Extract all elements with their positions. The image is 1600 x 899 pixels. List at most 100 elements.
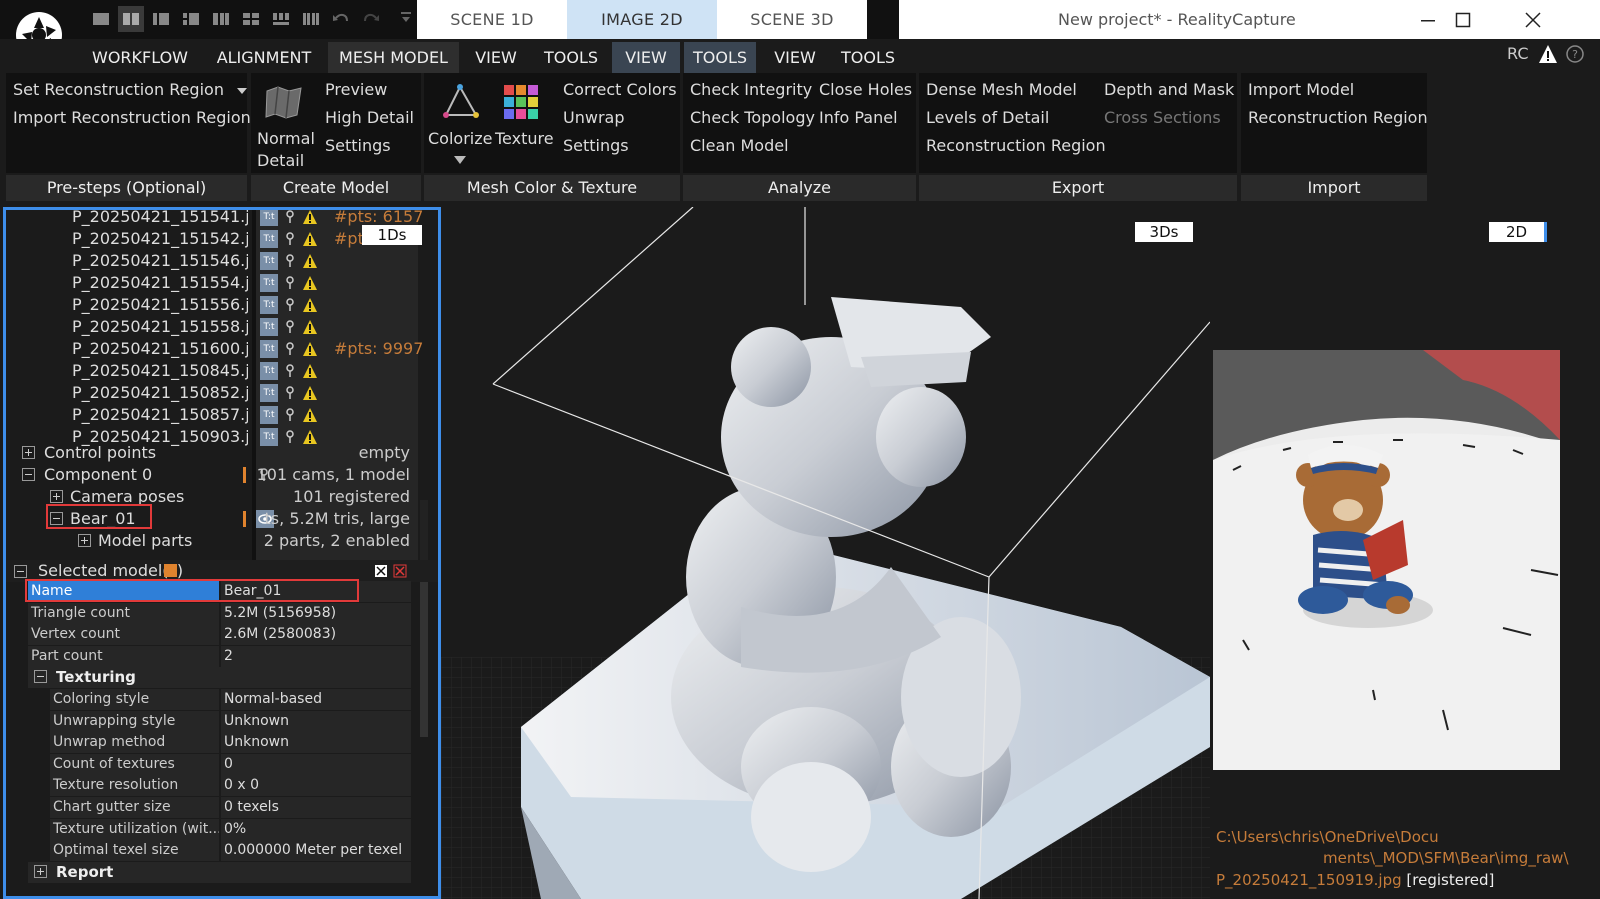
collapse-icon[interactable] [34, 670, 47, 684]
expand-icon[interactable] [34, 864, 47, 878]
customize-toolbar-icon[interactable] [400, 10, 412, 24]
float-panel-icon[interactable] [374, 564, 388, 578]
normal-detail-button[interactable]: Normal Detail [257, 129, 315, 170]
collapse-icon[interactable] [22, 468, 35, 481]
texture-usage-icon[interactable]: T:t [260, 340, 278, 358]
texture-usage-icon[interactable]: T:t [260, 210, 278, 226]
texture-button[interactable]: Texture [495, 129, 554, 148]
expand-icon[interactable] [22, 446, 35, 459]
property-value[interactable]: 2.6M (2580083) [221, 624, 411, 646]
property-row[interactable]: Vertex count 2.6M (2580083) [6, 624, 416, 646]
set-reconstruction-region-button[interactable]: Set Reconstruction Region [13, 80, 248, 99]
warning-icon[interactable] [1538, 44, 1558, 64]
export-levels-of-detail-button[interactable]: Levels of Detail [926, 108, 1049, 127]
tab-tools-2d[interactable]: TOOLS [684, 42, 756, 73]
tab-scene-1d[interactable]: SCENE 1D [417, 0, 567, 39]
layout-8-icon[interactable] [298, 6, 324, 32]
layout-3-icon[interactable] [148, 6, 174, 32]
export-cross-sections-button[interactable]: Cross Sections [1104, 108, 1221, 127]
texture-usage-icon[interactable]: T:t [260, 362, 278, 380]
info-panel-button[interactable]: Info Panel [819, 108, 898, 127]
clean-model-button[interactable]: Clean Model [690, 136, 789, 155]
property-row[interactable]: Texture resolution 0 x 0 [6, 775, 416, 797]
expand-icon[interactable] [78, 534, 91, 547]
tree-item-image[interactable]: P_20250421_151600.jpg T:t #pts: 9997 [6, 338, 438, 360]
import-model-button[interactable]: Import Model [1248, 80, 1354, 99]
texture-usage-icon[interactable]: T:t [260, 274, 278, 292]
preview-button[interactable]: Preview [325, 80, 387, 99]
texture-usage-icon[interactable]: T:t [260, 318, 278, 336]
property-row[interactable]: Optimal texel size 0.000000 Meter per tex… [6, 840, 416, 862]
property-row[interactable]: Unwrap method Unknown [6, 732, 416, 754]
property-value[interactable]: 5.2M (5156958) [221, 602, 411, 624]
tree-item-image[interactable]: P_20250421_150852.jpg T:t [6, 382, 438, 404]
tab-view[interactable]: VIEW [461, 42, 531, 73]
check-topology-button[interactable]: Check Topology [690, 108, 815, 127]
viewport-3d[interactable] [441, 207, 1210, 899]
property-value[interactable]: Unknown [221, 710, 411, 732]
property-value[interactable]: 2 [221, 645, 411, 667]
tree-item-component[interactable]: Component 0 101 cams, 1 model [6, 464, 438, 486]
redo-icon[interactable] [358, 6, 384, 32]
color-settings-button[interactable]: Settings [563, 136, 629, 155]
tab-view-3d[interactable]: VIEW [760, 42, 830, 73]
expand-icon[interactable] [50, 490, 63, 503]
property-value[interactable]: Unknown [221, 732, 411, 754]
image-preview[interactable] [1213, 350, 1560, 770]
maximize-button[interactable] [1428, 0, 1498, 39]
tree-item-image[interactable]: P_20250421_151556.jpg T:t [6, 294, 438, 316]
texture-usage-icon[interactable]: T:t [260, 406, 278, 424]
tab-alignment[interactable]: ALIGNMENT [206, 42, 322, 73]
tab-view-2d[interactable]: VIEW [612, 42, 680, 73]
property-value[interactable]: 0% [221, 818, 411, 840]
property-value[interactable]: 0 x 0 [221, 775, 411, 797]
tab-tools[interactable]: TOOLS [536, 42, 606, 73]
report-section-header[interactable]: Report [28, 861, 411, 883]
property-value[interactable]: 0.000000 Meter per texel [221, 840, 411, 862]
tree-item-image[interactable]: P_20250421_150845.jpg T:t [6, 360, 438, 382]
high-detail-button[interactable]: High Detail [325, 108, 414, 127]
import-reconstruction-region-button[interactable]: Import Reconstruction Region [13, 108, 251, 127]
panel-badge-3ds[interactable]: 3Ds [1135, 222, 1193, 242]
tree-item-image[interactable]: P_20250421_150857.jpg T:t [6, 404, 438, 426]
colorize-button[interactable]: Colorize [428, 129, 492, 148]
tree-item-image[interactable]: P_20250421_151558.jpg T:t [6, 316, 438, 338]
tab-image-2d[interactable]: IMAGE 2D [567, 0, 717, 39]
property-row[interactable]: Part count 2 [6, 645, 416, 668]
layout-1-icon[interactable] [88, 6, 114, 32]
layout-2-icon[interactable] [118, 6, 144, 32]
tree-item-control-points[interactable]: Control points empty [6, 442, 438, 464]
layout-7-icon[interactable] [268, 6, 294, 32]
tab-scene-3d[interactable]: SCENE 3D [717, 0, 867, 39]
tab-mesh-model[interactable]: MESH MODEL [328, 42, 459, 73]
help-icon[interactable]: ? [1565, 44, 1585, 64]
check-integrity-button[interactable]: Check Integrity [690, 80, 812, 99]
layout-5-icon[interactable] [208, 6, 234, 32]
unwrap-button[interactable]: Unwrap [563, 108, 624, 127]
panel-badge-2d[interactable]: 2D [1489, 222, 1547, 242]
tree-scrollbar[interactable] [420, 500, 428, 560]
texture-usage-icon[interactable]: T:t [260, 252, 278, 270]
rc-label[interactable]: RC [1507, 44, 1529, 63]
export-dense-mesh-button[interactable]: Dense Mesh Model [926, 80, 1077, 99]
properties-scrollbar[interactable] [420, 582, 428, 737]
close-panel-icon[interactable] [393, 564, 407, 578]
colorize-dropdown-icon[interactable] [453, 155, 467, 165]
tab-workflow[interactable]: WORKFLOW [82, 42, 198, 73]
export-depth-mask-button[interactable]: Depth and Mask [1104, 80, 1234, 99]
property-value[interactable]: 0 [221, 753, 411, 775]
tab-tools-3d[interactable]: TOOLS [833, 42, 903, 73]
property-row[interactable]: Count of textures 0 [6, 753, 416, 776]
export-reconstruction-region-button[interactable]: Reconstruction Region [926, 136, 1106, 155]
property-row[interactable]: Chart gutter size 0 texels [6, 797, 416, 819]
property-row[interactable]: Coloring style Normal-based [6, 689, 416, 711]
property-row[interactable]: Triangle count 5.2M (5156958) [6, 602, 416, 625]
panel-badge-1ds[interactable]: 1Ds [362, 225, 422, 245]
undo-icon[interactable] [328, 6, 354, 32]
property-row[interactable]: Unwrapping style Unknown [6, 710, 416, 733]
layout-6-icon[interactable] [238, 6, 264, 32]
close-button[interactable] [1498, 0, 1568, 39]
texture-usage-icon[interactable]: T:t [260, 384, 278, 402]
collapse-icon[interactable] [14, 565, 27, 578]
property-row[interactable]: Texture utilization (wit... 0% [6, 818, 416, 841]
